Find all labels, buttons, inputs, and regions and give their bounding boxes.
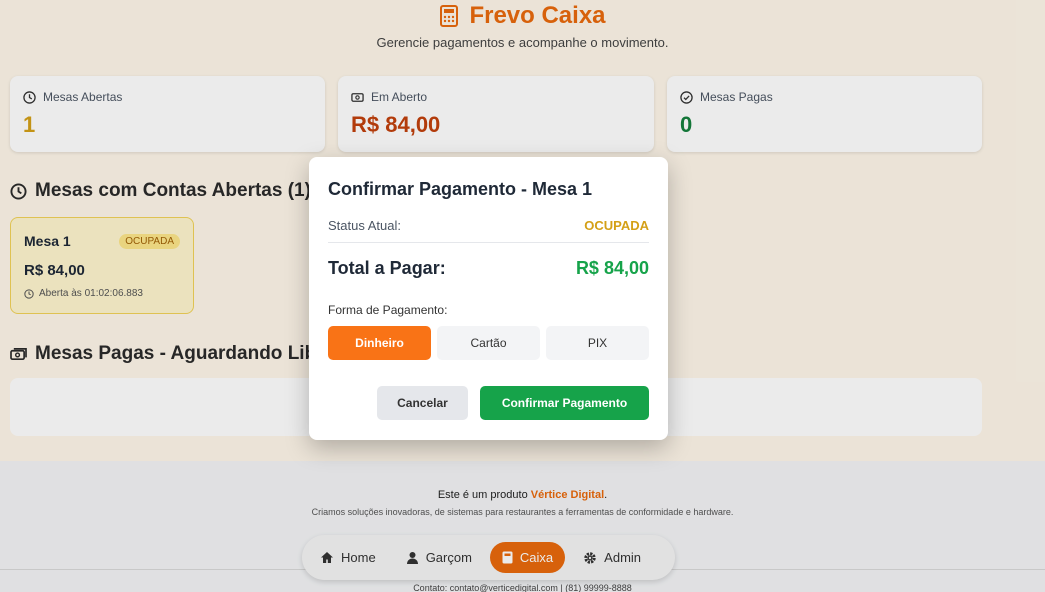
modal-actions: Cancelar Confirmar Pagamento <box>328 386 649 420</box>
payment-modal: Confirmar Pagamento - Mesa 1 Status Atua… <box>309 157 668 440</box>
payment-method-label: Forma de Pagamento: <box>328 303 448 317</box>
payment-method-group: Dinheiro Cartão PIX <box>328 326 649 360</box>
total-label: Total a Pagar: <box>328 258 446 278</box>
method-pix-button[interactable]: PIX <box>546 326 649 360</box>
status-label: Status Atual: <box>328 218 401 233</box>
cancel-button[interactable]: Cancelar <box>377 386 468 420</box>
page: Frevo Caixa Gerencie pagamentos e acompa… <box>0 0 1045 592</box>
total-value: R$ 84,00 <box>575 258 649 278</box>
confirm-payment-button[interactable]: Confirmar Pagamento <box>480 386 649 420</box>
method-cash-button[interactable]: Dinheiro <box>328 326 431 360</box>
status-row: Status Atual: OCUPADA <box>328 218 649 243</box>
modal-title: Confirmar Pagamento - Mesa 1 <box>328 179 593 199</box>
method-card-button[interactable]: Cartão <box>437 326 540 360</box>
status-value: OCUPADA <box>584 218 649 233</box>
total-row: Total a Pagar: R$ 84,00 <box>328 258 649 279</box>
